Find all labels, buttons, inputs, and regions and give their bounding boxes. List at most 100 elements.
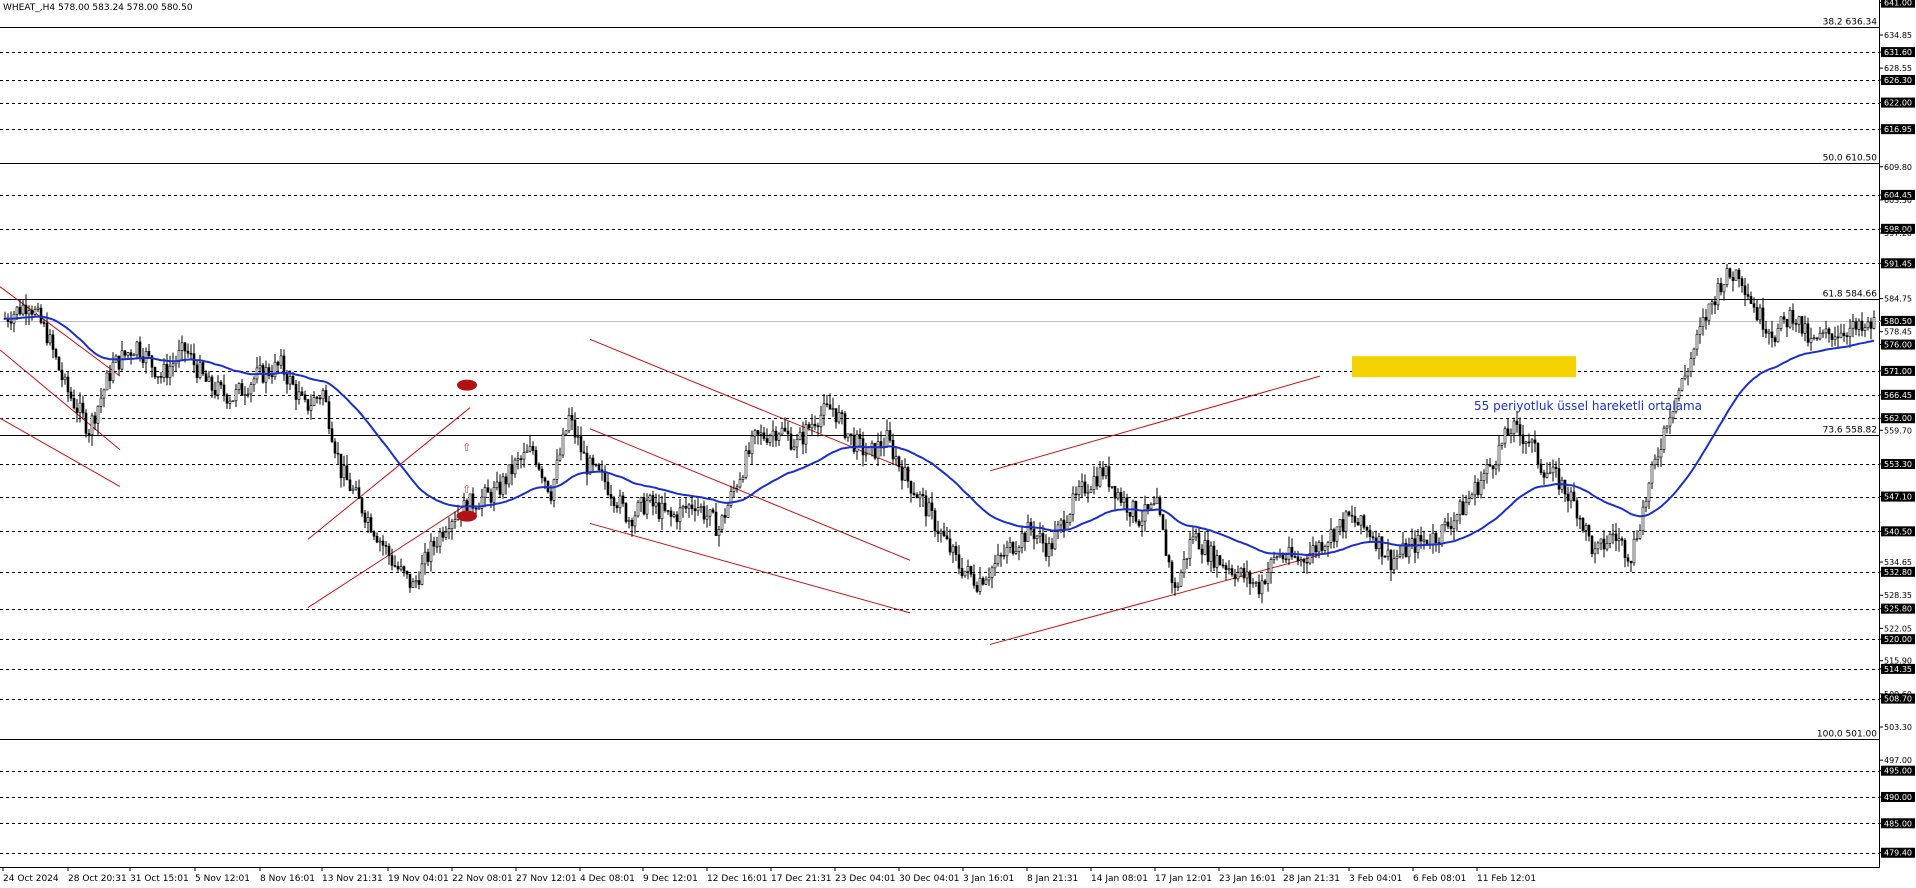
- candle-body: [708, 509, 712, 517]
- candle-body: [321, 390, 325, 399]
- candle-body: [1536, 442, 1540, 465]
- candle-body: [1272, 556, 1276, 560]
- candle-body: [156, 376, 160, 378]
- candle-body: [1509, 433, 1513, 436]
- candle-body: [1734, 269, 1738, 281]
- candle-body: [972, 573, 976, 586]
- candle-body: [528, 446, 532, 452]
- candle-body: [297, 391, 301, 400]
- candle-body: [684, 505, 688, 509]
- candle-body: [162, 364, 166, 378]
- candle-body: [111, 361, 115, 382]
- candle-body: [1629, 560, 1633, 564]
- candle-body: [1494, 464, 1498, 470]
- candle-body: [1854, 321, 1858, 330]
- candle-body: [1587, 525, 1591, 537]
- candle-body: [1716, 283, 1720, 306]
- candle-body: [1419, 535, 1423, 542]
- candle-body: [771, 430, 775, 437]
- candle-body: [1590, 535, 1594, 555]
- candle-body: [1200, 548, 1204, 555]
- candle-body: [252, 378, 256, 385]
- candle-body: [1764, 329, 1768, 334]
- candle-body: [687, 504, 691, 509]
- candle-body: [135, 341, 139, 356]
- time-label: 30 Dec 04:01: [899, 874, 960, 884]
- candle-body: [717, 529, 721, 536]
- candle-body: [1833, 336, 1837, 341]
- candle-body: [324, 390, 328, 402]
- ema-label: 55 periyotluk üssel hareketli ortalama: [1474, 399, 1702, 413]
- candle-body: [153, 366, 157, 378]
- candle-body: [534, 450, 538, 465]
- candle-body: [1212, 545, 1216, 568]
- time-label: 17 Jan 12:01: [1155, 874, 1212, 884]
- candle-body: [57, 356, 61, 371]
- candle-body: [693, 508, 697, 512]
- candle-body: [999, 554, 1003, 557]
- price-label: 522.05: [1884, 624, 1912, 633]
- candle-body: [93, 415, 97, 424]
- candle-body: [1143, 504, 1147, 522]
- time-label: 28 Oct 20:31: [68, 874, 127, 884]
- candle-body: [45, 322, 49, 344]
- candle-body: [933, 510, 937, 532]
- candle-body: [555, 459, 559, 480]
- candle-body: [753, 430, 757, 437]
- candle-body: [615, 505, 619, 509]
- candle-body: [1782, 316, 1786, 320]
- candle-body: [1431, 532, 1435, 546]
- candle-body: [1254, 581, 1258, 584]
- candle-body: [312, 397, 316, 406]
- candle-body: [279, 355, 283, 366]
- candle-body: [1848, 327, 1852, 337]
- candle-body: [519, 458, 523, 460]
- price-label: 528.35: [1884, 591, 1912, 600]
- price-label: 616.95: [1884, 125, 1912, 134]
- candle-body: [627, 520, 631, 522]
- candle-body: [411, 581, 415, 588]
- candle-body: [1098, 467, 1102, 487]
- candle-body: [441, 531, 445, 538]
- candle-body: [1557, 468, 1561, 490]
- candle-body: [699, 506, 703, 509]
- candle-body: [270, 375, 274, 378]
- candle-body: [978, 577, 982, 592]
- price-label: 497.00: [1884, 756, 1912, 765]
- candle-body: [1800, 316, 1804, 334]
- fibonacci-label: 100.0 501.00: [1817, 730, 1877, 740]
- candle-body: [1011, 542, 1015, 554]
- candle-body: [1374, 537, 1378, 550]
- candle-body: [96, 406, 100, 424]
- candle-body: [333, 441, 337, 454]
- candle-body: [1452, 520, 1456, 530]
- candle-body: [240, 383, 244, 396]
- candle-body: [624, 503, 628, 522]
- candle-body: [1383, 555, 1387, 558]
- candle-body: [42, 322, 46, 324]
- candle-body: [1059, 519, 1063, 526]
- candle-body: [1773, 337, 1777, 343]
- price-axis: 641.00 634.85 631.60 628.55 626.30 622.00 616.…: [1880, 0, 1915, 858]
- time-label: 28 Jan 21:31: [1283, 874, 1340, 884]
- candle-body: [1275, 556, 1279, 559]
- candle-body: [1677, 389, 1681, 399]
- candle-body: [1455, 514, 1459, 522]
- symbol-label: WHEAT_,H4: [3, 3, 56, 13]
- candle-body: [1809, 337, 1813, 343]
- candle-body: [1176, 585, 1180, 588]
- candle-body: [1566, 493, 1570, 502]
- candle-body: [348, 479, 352, 491]
- candle-body: [1095, 476, 1099, 487]
- candle-body: [1779, 316, 1783, 329]
- candle-body: [99, 397, 103, 407]
- candle-body: [129, 352, 133, 356]
- candle-body: [234, 389, 238, 402]
- candle-body: [1743, 285, 1747, 295]
- candle-body: [1014, 550, 1018, 554]
- candle-body: [735, 486, 739, 489]
- candle-body: [690, 504, 694, 510]
- candle-body: [201, 362, 205, 375]
- candle-body: [33, 309, 37, 315]
- candle-body: [159, 376, 163, 378]
